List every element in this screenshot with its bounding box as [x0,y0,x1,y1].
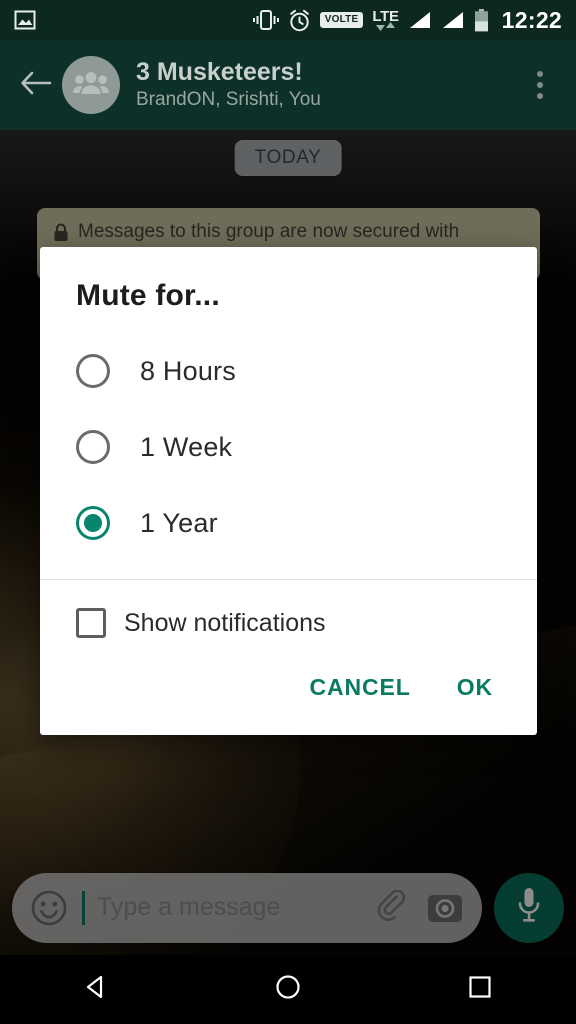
radio-option-label: 8 Hours [140,355,236,386]
avatar[interactable] [62,56,120,114]
battery-icon [474,8,489,32]
back-arrow-icon [20,70,52,101]
alarm-icon [288,9,311,32]
radio-button-icon[interactable] [76,430,110,464]
signal-bars-icon [441,10,465,30]
radio-option-label: 1 Week [140,431,233,462]
signal-bars-icon [408,10,432,30]
system-navigation-bar [0,955,576,1024]
ok-button[interactable]: OK [439,662,511,713]
back-button[interactable] [16,70,56,101]
photo-icon [14,9,36,31]
cancel-button[interactable]: CANCEL [291,662,428,713]
mute-duration-radio-group[interactable]: 8 Hours 1 Week 1 Year [40,323,537,579]
checkbox-icon[interactable] [76,608,106,638]
chat-title-block[interactable]: 3 Musketeers! BrandON, Srishti, You [136,58,321,112]
nav-back-button[interactable] [51,955,141,1024]
dialog-title: Mute for... [76,279,220,312]
group-avatar-icon [73,70,109,101]
lte-indicator: LTE [372,9,399,31]
checkbox-label: Show notifications [124,608,326,637]
show-notifications-row[interactable]: Show notifications [40,580,537,646]
radio-option-label: 1 Year [140,507,218,538]
vibrate-icon [252,9,279,31]
radio-option-1-year[interactable]: 1 Year [40,485,537,561]
overflow-menu-icon[interactable] [520,57,560,113]
page-title: 3 Musketeers! [136,58,303,87]
chat-participants: BrandON, Srishti, You [136,89,321,110]
phone-screen: TODAY Messages to this group are now sec… [0,0,576,1024]
chat-app-bar: 3 Musketeers! BrandON, Srishti, You [0,40,576,130]
radio-button-icon[interactable] [76,506,110,540]
status-bar-clock: 12:22 [501,6,562,33]
radio-button-icon[interactable] [76,354,110,388]
dialog-action-row: CANCEL OK [40,646,537,735]
volte-badge: VOLTE [319,12,364,28]
nav-recents-icon [465,972,495,1007]
mute-dialog: Mute for... 8 Hours 1 Week 1 Year Show n… [40,247,537,735]
nav-recents-button[interactable] [435,955,525,1024]
nav-home-icon [273,972,303,1007]
lte-data-arrows [376,22,395,31]
nav-home-button[interactable] [243,955,333,1024]
nav-back-icon [81,972,111,1007]
radio-option-8-hours[interactable]: 8 Hours [40,333,537,409]
system-status-bar: VOLTE LTE 12:22 [0,0,576,40]
radio-option-1-week[interactable]: 1 Week [40,409,537,485]
